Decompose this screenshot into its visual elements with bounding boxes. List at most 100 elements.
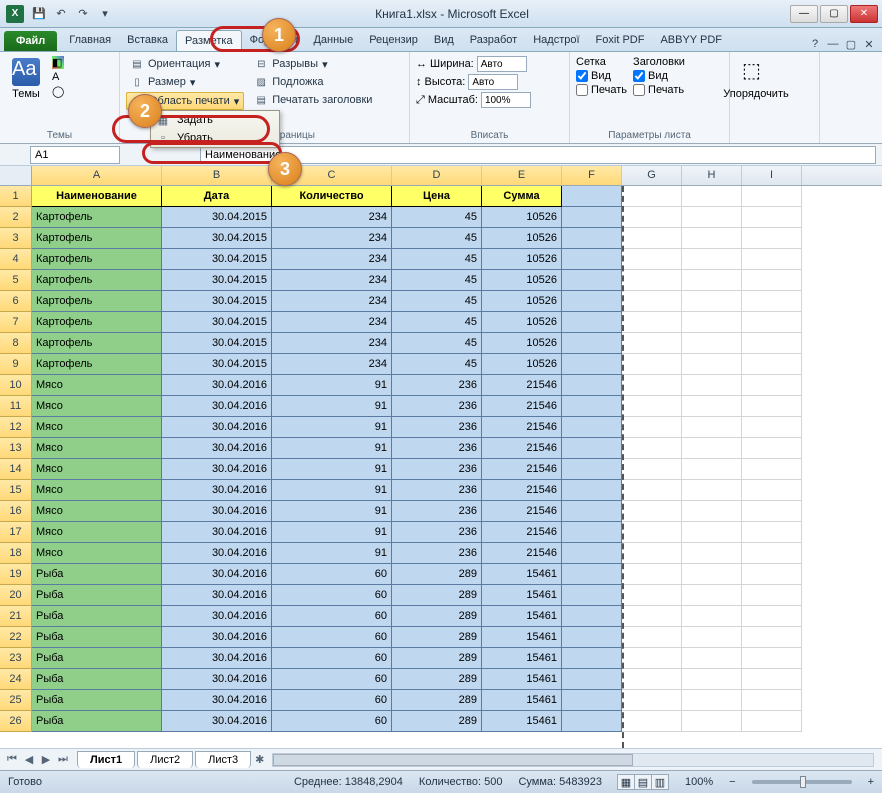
cell[interactable]: 236 (392, 438, 482, 459)
cell[interactable] (742, 648, 802, 669)
cell[interactable] (622, 312, 682, 333)
cell[interactable]: 91 (272, 522, 392, 543)
cell[interactable]: 30.04.2016 (162, 585, 272, 606)
row-header[interactable]: 22 (0, 627, 32, 648)
cell[interactable] (622, 459, 682, 480)
cell[interactable]: 60 (272, 564, 392, 585)
row-header[interactable]: 8 (0, 333, 32, 354)
cell[interactable]: 289 (392, 669, 482, 690)
ribbon-help-icon[interactable]: ? (808, 38, 822, 51)
theme-effects-icon[interactable]: ◯ (52, 85, 64, 98)
cell[interactable]: 236 (392, 375, 482, 396)
cell[interactable] (562, 585, 622, 606)
cell[interactable]: 289 (392, 606, 482, 627)
cell[interactable]: Дата (162, 186, 272, 207)
ribbon-tab[interactable]: Вставка (119, 30, 176, 51)
cell[interactable] (742, 627, 802, 648)
cell[interactable] (622, 564, 682, 585)
cell[interactable]: 30.04.2015 (162, 270, 272, 291)
cell[interactable]: Мясо (32, 480, 162, 501)
cell[interactable] (622, 207, 682, 228)
qat-dropdown-icon[interactable]: ▾ (96, 5, 114, 23)
cell[interactable] (622, 354, 682, 375)
save-icon[interactable]: 💾 (30, 5, 48, 23)
cell[interactable]: 15461 (482, 585, 562, 606)
cell[interactable]: 91 (272, 375, 392, 396)
height-field[interactable]: Авто (468, 74, 518, 90)
cell[interactable] (682, 270, 742, 291)
cell[interactable]: 45 (392, 333, 482, 354)
cell[interactable]: 234 (272, 249, 392, 270)
cell[interactable]: 30.04.2015 (162, 291, 272, 312)
cell[interactable]: 30.04.2016 (162, 690, 272, 711)
cell[interactable]: Сумма (482, 186, 562, 207)
cell[interactable]: 234 (272, 312, 392, 333)
print-titles-button[interactable]: ▤Печатать заголовки (250, 92, 376, 108)
cell[interactable] (742, 291, 802, 312)
cell[interactable] (562, 375, 622, 396)
cell[interactable]: Мясо (32, 396, 162, 417)
cell[interactable]: Картофель (32, 354, 162, 375)
cell[interactable]: 10526 (482, 291, 562, 312)
cell[interactable] (742, 207, 802, 228)
cell[interactable] (562, 711, 622, 732)
cell[interactable]: 30.04.2016 (162, 438, 272, 459)
cell[interactable]: 30.04.2016 (162, 459, 272, 480)
set-print-area-item[interactable]: ▦Задать (151, 111, 279, 129)
cell[interactable]: Мясо (32, 459, 162, 480)
cell[interactable] (742, 669, 802, 690)
theme-colors-icon[interactable]: ◧ (52, 56, 64, 69)
cell[interactable]: 21546 (482, 543, 562, 564)
cell[interactable] (682, 627, 742, 648)
size-button[interactable]: ▯Размер ▾ (126, 74, 244, 90)
cell[interactable]: 60 (272, 627, 392, 648)
cell[interactable]: 21546 (482, 501, 562, 522)
new-sheet-icon[interactable]: ✱ (255, 753, 264, 766)
cell[interactable]: 45 (392, 270, 482, 291)
row-header[interactable]: 11 (0, 396, 32, 417)
cell[interactable]: 60 (272, 585, 392, 606)
cell[interactable] (742, 438, 802, 459)
cell[interactable]: 30.04.2015 (162, 207, 272, 228)
sheet-tab[interactable]: Лист1 (77, 751, 135, 768)
cell[interactable]: 45 (392, 354, 482, 375)
cell[interactable]: 236 (392, 543, 482, 564)
row-header[interactable]: 23 (0, 648, 32, 669)
row-header[interactable]: 14 (0, 459, 32, 480)
cell[interactable] (682, 543, 742, 564)
orientation-button[interactable]: ▤Ориентация ▾ (126, 56, 244, 72)
cell[interactable]: 236 (392, 480, 482, 501)
cell[interactable]: 10526 (482, 207, 562, 228)
cell[interactable] (622, 690, 682, 711)
cell[interactable] (682, 375, 742, 396)
cell[interactable]: 289 (392, 564, 482, 585)
cell[interactable]: 10526 (482, 249, 562, 270)
cell[interactable]: Картофель (32, 228, 162, 249)
cell[interactable]: 30.04.2016 (162, 564, 272, 585)
cell[interactable]: 10526 (482, 354, 562, 375)
cell[interactable] (562, 606, 622, 627)
cell[interactable] (742, 354, 802, 375)
cell[interactable] (742, 375, 802, 396)
cell[interactable]: 21546 (482, 480, 562, 501)
undo-icon[interactable]: ↶ (52, 5, 70, 23)
cell[interactable]: Картофель (32, 270, 162, 291)
cell[interactable]: Мясо (32, 501, 162, 522)
cell[interactable] (682, 438, 742, 459)
cell[interactable] (742, 312, 802, 333)
cell[interactable] (682, 186, 742, 207)
cell[interactable] (742, 564, 802, 585)
cell[interactable]: 236 (392, 417, 482, 438)
row-header[interactable]: 5 (0, 270, 32, 291)
row-header[interactable]: 6 (0, 291, 32, 312)
cell[interactable] (562, 627, 622, 648)
cell[interactable]: 234 (272, 228, 392, 249)
cell[interactable] (622, 669, 682, 690)
cell[interactable]: 234 (272, 291, 392, 312)
cell[interactable]: Рыба (32, 585, 162, 606)
cell[interactable]: 234 (272, 354, 392, 375)
cell[interactable]: 91 (272, 459, 392, 480)
cell[interactable]: 30.04.2016 (162, 522, 272, 543)
cell[interactable]: 30.04.2016 (162, 606, 272, 627)
cell[interactable] (742, 543, 802, 564)
